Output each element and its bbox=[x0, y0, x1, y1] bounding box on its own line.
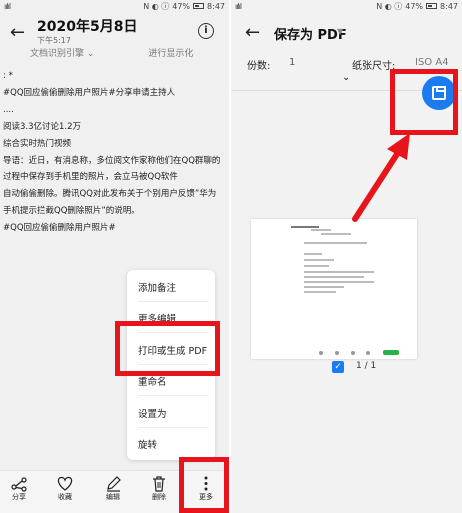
highlight-print-pdf bbox=[115, 321, 220, 376]
delete-label: 删除 bbox=[152, 493, 166, 501]
share-icon bbox=[11, 477, 27, 492]
menu-item-rotate[interactable]: 旋转 bbox=[138, 437, 157, 451]
favorite-button[interactable]: 收藏 bbox=[47, 475, 83, 502]
content-line: #QQ回应偷偷删除用户照片#分享申请主持人 bbox=[3, 87, 176, 98]
battery-icon bbox=[193, 3, 205, 9]
share-label: 分享 bbox=[12, 493, 26, 501]
content-line: : * bbox=[3, 71, 13, 81]
edit-toolbar: 文档识别引擎 ⌄ 进行显示化 bbox=[30, 46, 193, 59]
delete-button[interactable]: 删除 bbox=[141, 475, 177, 502]
menu-divider bbox=[138, 427, 208, 428]
edit-button[interactable]: 编辑 bbox=[95, 475, 131, 502]
content-line: 阅读3.3亿讨论1.2万 bbox=[3, 121, 82, 132]
status-time: 8:47 bbox=[207, 1, 225, 11]
pointer-arrow bbox=[352, 133, 410, 222]
note-content: : * #QQ回应偷偷删除用户照片#分享申请主持人 .... 阅读3.3亿讨论1… bbox=[3, 68, 225, 237]
save-pdf-screen: ıılıl N ◐ ⓘ 47% 8:47 ← 保存为 PDF ▼ 份数: 1 纸… bbox=[231, 0, 462, 513]
status-bar: ıılıl N ◐ ⓘ 47% 8:47 bbox=[0, 0, 229, 12]
notes-screen: ıılıl N ◐ ⓘ 47% 8:47 ← 2020年5月8日 下午5:17 … bbox=[0, 0, 229, 513]
toolbar-item-ocr[interactable]: 文档识别引擎 ⌄ bbox=[30, 46, 94, 59]
content-line: 手机提示拦截QQ删除照片”的说明。 bbox=[3, 206, 140, 217]
highlight-more-button bbox=[179, 457, 229, 513]
signal-icon: ıılıl bbox=[4, 1, 11, 11]
content-line: 过程中保存到手机里的照片，会立马被QQ软件 bbox=[3, 172, 178, 183]
menu-item-rename[interactable]: 重命名 bbox=[138, 374, 167, 388]
battery-percent: 47% bbox=[172, 1, 191, 11]
menu-divider bbox=[138, 301, 208, 302]
toolbar-item-display[interactable]: 进行显示化 bbox=[148, 46, 193, 59]
note-title: 2020年5月8日 bbox=[37, 19, 138, 35]
content-line: 导语：近日，有消息称，多位阅文作家称他们在QQ群聊的 bbox=[3, 155, 221, 166]
pencil-icon bbox=[107, 476, 121, 492]
heart-icon bbox=[57, 476, 73, 491]
share-button[interactable]: 分享 bbox=[1, 475, 37, 502]
content-line: 综合实时热门视频 bbox=[3, 138, 72, 149]
menu-item-set-as[interactable]: 设置为 bbox=[138, 406, 167, 420]
status-icons: N ◐ ⓘ bbox=[143, 1, 170, 11]
content-line: .... bbox=[3, 104, 14, 115]
content-line: 自动偷偷删除。腾讯QQ对此发布关于个别用户反馈”华为 bbox=[3, 189, 217, 200]
favorite-label: 收藏 bbox=[58, 493, 72, 501]
note-timestamp: 下午5:17 bbox=[37, 36, 71, 45]
content-line: #QQ回应偷偷删除用户照片# bbox=[3, 223, 116, 234]
trash-icon bbox=[153, 476, 165, 492]
info-icon[interactable]: i bbox=[198, 23, 214, 39]
menu-divider bbox=[138, 395, 208, 396]
edit-label: 编辑 bbox=[106, 493, 120, 501]
menu-item-add-note[interactable]: 添加备注 bbox=[138, 280, 176, 294]
back-arrow-icon[interactable]: ← bbox=[10, 22, 25, 43]
